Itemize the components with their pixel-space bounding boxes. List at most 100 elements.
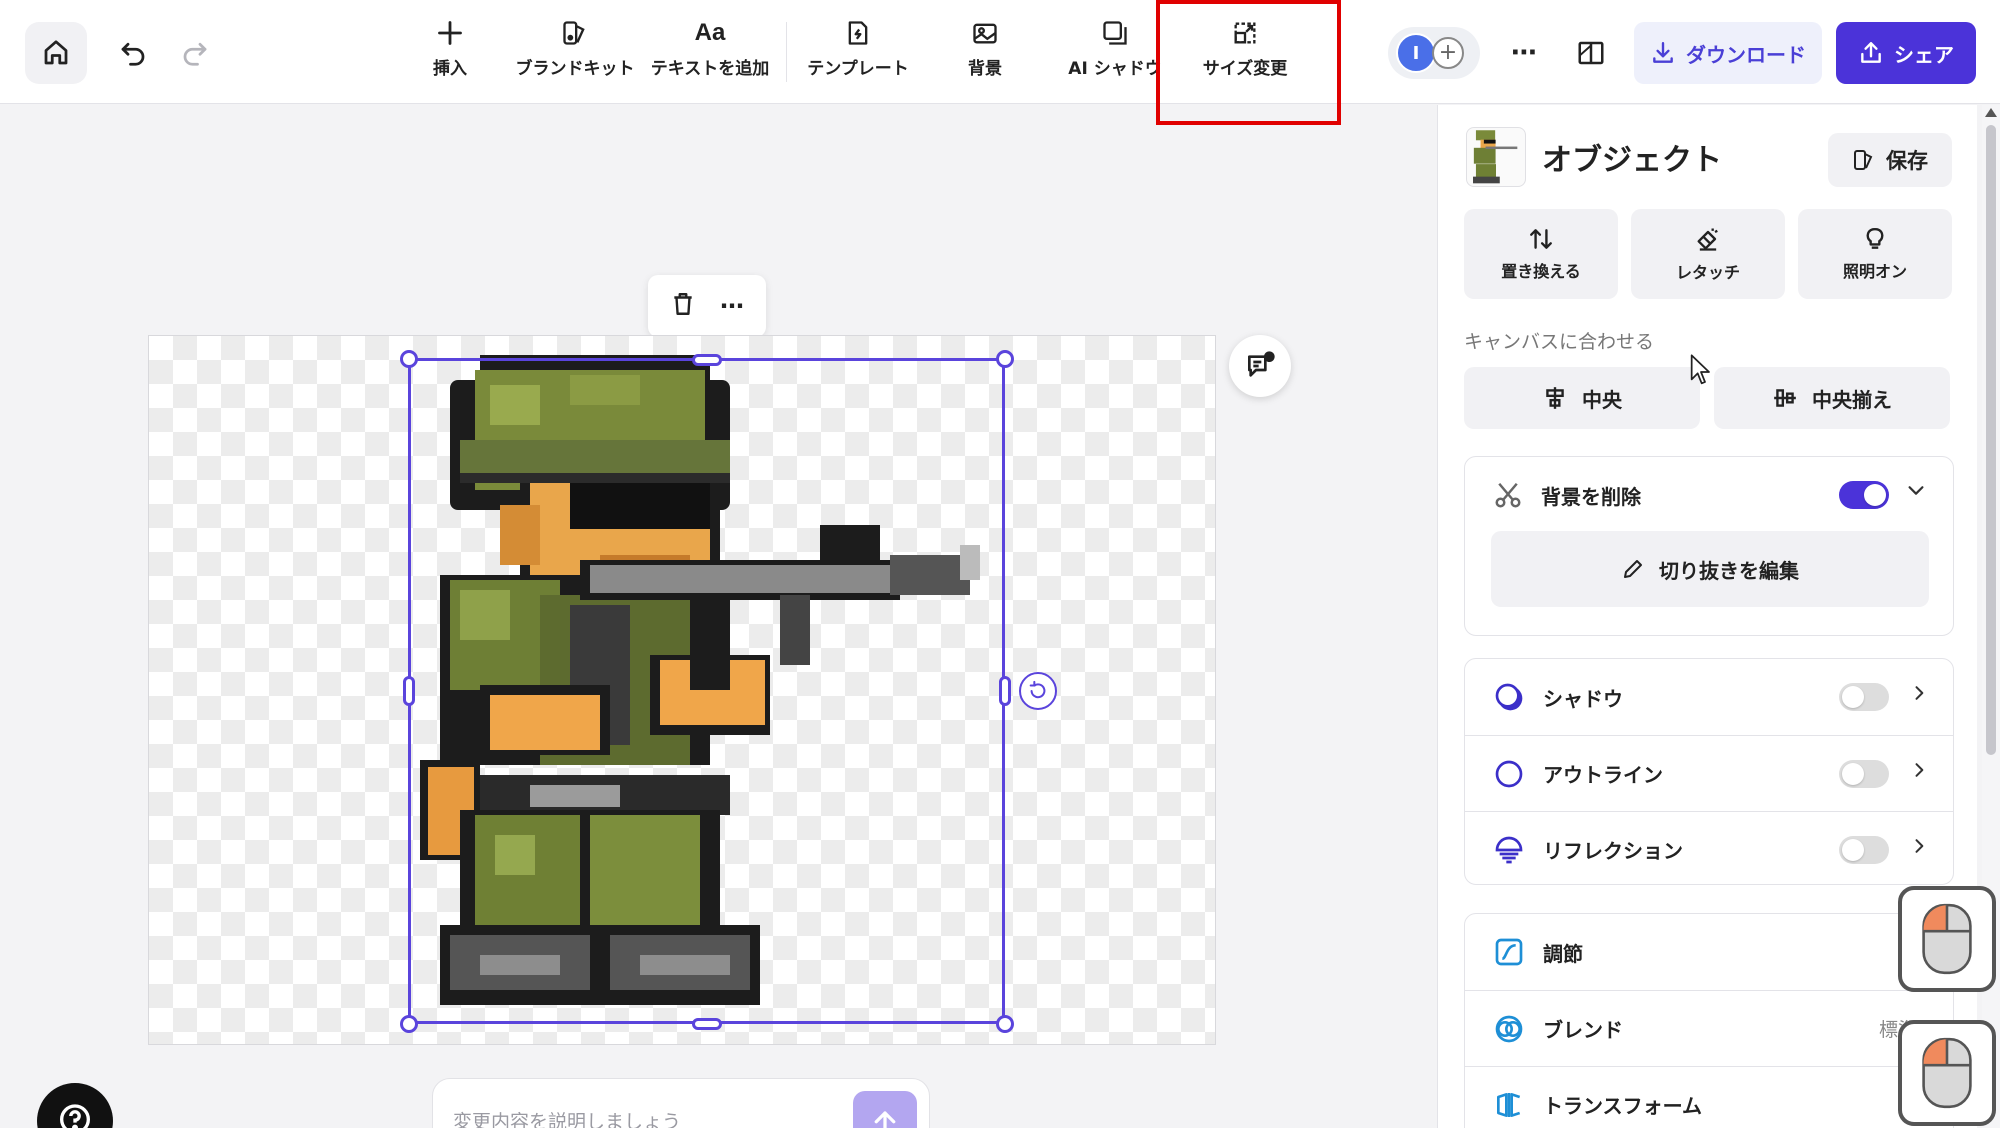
comment-button[interactable] [1229,335,1291,397]
replace-button[interactable]: 置き換える [1464,209,1618,299]
collaborators[interactable]: I + [1388,27,1480,79]
add-text-tool[interactable]: Aa テキストを追加 [650,18,770,88]
effects-card: シャドウ アウトライン リフレクション [1464,658,1954,885]
send-button[interactable] [853,1091,917,1128]
resize-handle-right[interactable] [999,676,1011,706]
ai-shadow-tool[interactable]: AI シャドウ [1068,18,1162,88]
retouch-button[interactable]: レタッチ [1631,209,1785,299]
lightbulb-icon [1866,228,1884,249]
toolbar-divider [786,22,787,82]
object-floating-toolbar: ⋯ [648,275,766,337]
save-label: 保存 [1886,149,1928,173]
ai-shadow-icon [1100,18,1130,48]
lighting-button[interactable]: 照明オン [1798,209,1952,299]
blend-row[interactable]: ブレンド 標準 [1465,990,1953,1066]
prompt-input[interactable] [453,1111,843,1128]
outline-row[interactable]: アウトライン [1465,735,1953,811]
more-menu-button[interactable]: ⋯ [1502,28,1546,78]
replace-label: 置き換える [1501,262,1581,281]
adjust-card: 調節 ブレンド 標準 トランスフォーム [1464,913,1954,1128]
download-button[interactable]: ダウンロード [1634,22,1822,84]
mouse-cursor-icon [1690,354,1710,385]
blend-label: ブレンド [1543,1018,1623,1042]
shadow-toggle[interactable] [1839,683,1889,711]
compare-view-icon [1578,41,1604,65]
resize-handle-left[interactable] [403,676,415,706]
panel-title: オブジェクト [1542,143,1722,178]
selection-box[interactable] [408,358,1005,1024]
rotate-handle[interactable] [1019,672,1057,710]
resize-handle-top-left[interactable] [400,350,418,368]
retouch-label: レタッチ [1675,263,1740,282]
avatar[interactable]: I [1396,33,1436,73]
add-text-tool-label: テキストを追加 [650,59,770,79]
transform-row[interactable]: トランスフォーム [1465,1066,1953,1128]
share-icon [1861,42,1881,63]
chevron-right-icon[interactable] [1909,683,1929,709]
outline-icon [1495,760,1523,787]
background-tool[interactable]: 背景 [955,18,1015,88]
object-thumbnail [1466,127,1526,187]
add-collaborator-icon[interactable]: + [1432,37,1464,69]
undo-button[interactable] [108,22,158,84]
edit-cutout-label: 切り抜きを編集 [1659,558,1799,583]
retouch-eraser-icon [1697,228,1718,251]
comment-add-icon [1248,351,1275,377]
reflection-row[interactable]: リフレクション [1465,811,1953,887]
align-center-vertical-icon [1774,389,1796,407]
panel-header: オブジェクト [1466,127,1722,187]
edit-cutout-button[interactable]: 切り抜きを編集 [1491,531,1929,607]
insert-tool-label: 挿入 [433,59,467,79]
share-button[interactable]: シェア [1836,22,1976,84]
chevron-right-icon[interactable] [1909,836,1929,862]
center-vertical-button[interactable]: 中央揃え [1714,367,1950,429]
scissors-icon [1495,482,1521,508]
text-icon: Aa [694,19,726,46]
remove-background-toggle[interactable] [1839,481,1889,509]
shadow-icon [1495,683,1523,711]
brand-kit-tool[interactable]: ブランドキット [516,18,635,88]
help-button[interactable] [37,1083,113,1128]
download-label: ダウンロード [1686,42,1806,67]
resize-handle-top-right[interactable] [996,350,1014,368]
mouse-click-indicator [1898,1020,1996,1126]
lighting-label: 照明オン [1842,262,1907,281]
outline-toggle[interactable] [1839,760,1889,788]
chevron-right-icon[interactable] [1909,760,1929,786]
delete-button[interactable] [670,291,696,321]
mouse-icon [1922,903,1972,975]
compare-view-button[interactable] [1566,28,1616,78]
insert-tool[interactable]: 挿入 [410,18,490,88]
adjust-row[interactable]: 調節 [1465,914,1953,990]
brand-kit-icon [560,18,590,48]
mouse-icon [1922,1037,1972,1109]
remove-background-row[interactable]: 背景を削除 [1465,457,1953,533]
shadow-row[interactable]: シャドウ [1465,659,1953,735]
blend-icon [1495,1015,1523,1042]
adjust-label: 調節 [1543,941,1583,966]
chevron-down-icon[interactable] [1905,479,1927,507]
save-button[interactable]: 保存 [1828,133,1952,187]
redo-button[interactable] [170,22,220,84]
shadow-label: シャドウ [1543,686,1623,711]
home-button[interactable] [25,22,87,84]
scroll-up-arrow-icon[interactable] [1985,108,1997,117]
background-icon [970,18,1000,48]
resize-handle-bottom-left[interactable] [400,1015,418,1033]
resize-handle-top[interactable] [692,354,722,366]
reflection-toggle[interactable] [1839,836,1889,864]
scroll-thumb[interactable] [1986,125,1996,755]
template-tool[interactable]: テンプレート [807,18,909,88]
plus-icon [435,18,465,48]
object-actions: 置き換える レタッチ 照明オン [1464,209,1952,299]
center-horizontal-button[interactable]: 中央 [1464,367,1700,429]
center-vertical-label: 中央揃え [1812,387,1892,412]
brand-kit-icon [1854,150,1873,170]
resize-handle-bottom[interactable] [692,1018,722,1030]
object-more-button[interactable]: ⋯ [720,292,744,320]
transform-icon [1497,1092,1521,1117]
arrow-up-icon [874,1111,896,1128]
background-tool-label: 背景 [968,59,1002,79]
reflection-icon [1495,836,1523,863]
resize-handle-bottom-right[interactable] [996,1015,1014,1033]
